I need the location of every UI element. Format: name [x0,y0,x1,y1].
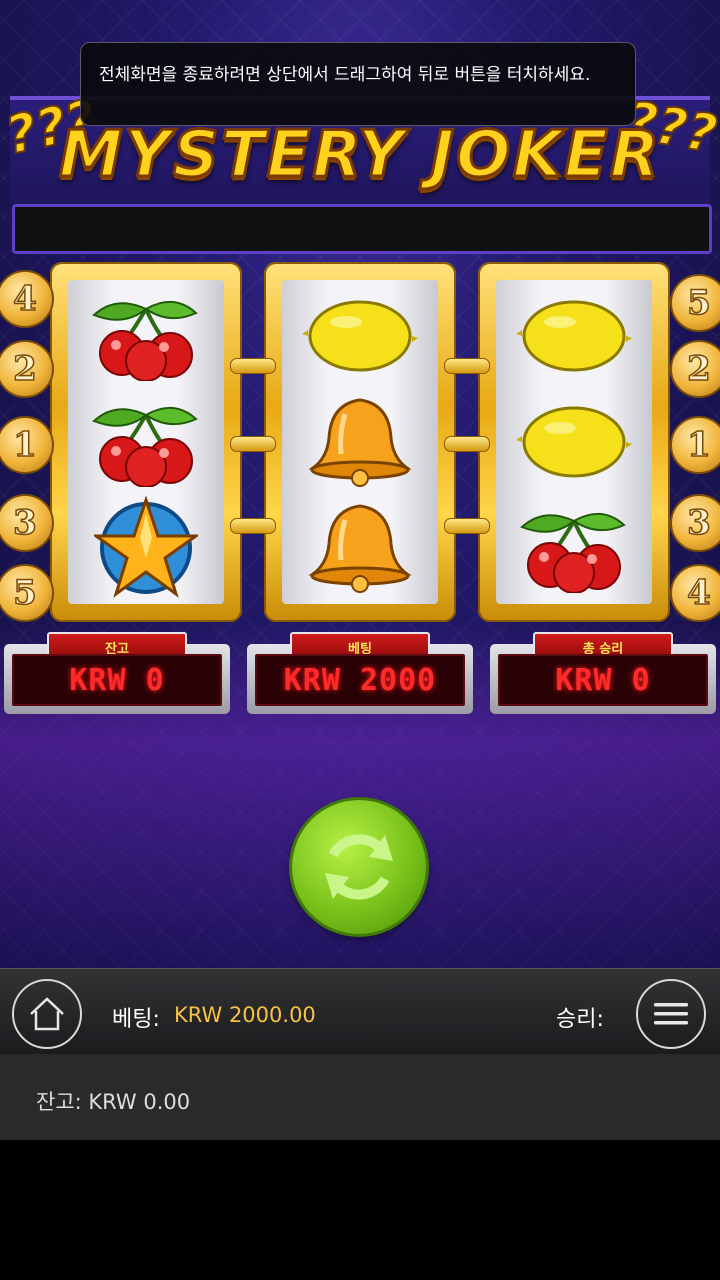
reel-connector [444,436,490,452]
menu-button[interactable] [636,979,706,1049]
cherry-symbol [496,498,652,598]
lemon-symbol [496,392,652,492]
cherry-symbol [68,286,224,386]
win-label: 승리: [556,1007,604,1032]
payline-coin-right: 2 [670,340,720,398]
bell-symbol [282,392,438,492]
reel-1 [50,262,242,622]
spin-button[interactable] [292,800,426,934]
payline-coin-left: 5 [0,564,54,622]
lemon-symbol [282,286,438,386]
game-logo: MYSTERY JOKER [57,117,662,194]
payline-coin-left: 2 [0,340,54,398]
payline-coin-left: 4 [0,270,54,328]
balance-panel: 잔고 KRW 0 [4,632,230,714]
cherry-symbol [68,392,224,492]
balance-bar: 잔고: KRW 0.00 [0,1054,720,1140]
balance-text: 잔고: KRW 0.00 [36,1090,191,1114]
total-win-panel: 총 승리 KRW 0 [490,632,716,714]
bet-panel[interactable]: 베팅 KRW 2000 [247,632,473,714]
fullscreen-toast: 전체화면을 종료하려면 상단에서 드래그하여 뒤로 버튼을 터치하세요. [80,42,636,126]
bet-value: KRW 2000.00 [174,1003,316,1027]
payline-coin-right: 1 [670,416,720,474]
menu-icon [654,1003,688,1025]
payline-coin-right: 3 [670,494,720,552]
star-symbol [68,496,224,598]
payline-coin-right: 5 [670,274,720,332]
bottom-bar: 베팅: KRW 2000.00 승리: [0,968,720,1055]
payline-coin-right: 4 [670,564,720,622]
reel-3 [478,262,670,622]
reel-connector [230,358,276,374]
lemon-symbol [496,286,652,386]
reel-2 [264,262,456,622]
refresh-icon [325,834,393,900]
reel-connector [230,518,276,534]
reel-connector [230,436,276,452]
bet-label: 베팅: [112,1007,160,1032]
home-button[interactable] [12,979,82,1049]
payline-coin-left: 3 [0,494,54,552]
reel-connector [444,358,490,374]
home-icon [30,997,64,1031]
game-stage: ??? ??? MYSTERY JOKER 4 2 1 3 5 5 2 1 3 … [0,0,720,968]
bet-panel-value: KRW 2000 [255,654,465,706]
balance-panel-value: KRW 0 [12,654,222,706]
reel-connector [444,518,490,534]
total-win-panel-value: KRW 0 [498,654,708,706]
message-bar [12,204,712,254]
payline-coin-left: 1 [0,416,54,474]
bell-symbol [282,498,438,598]
